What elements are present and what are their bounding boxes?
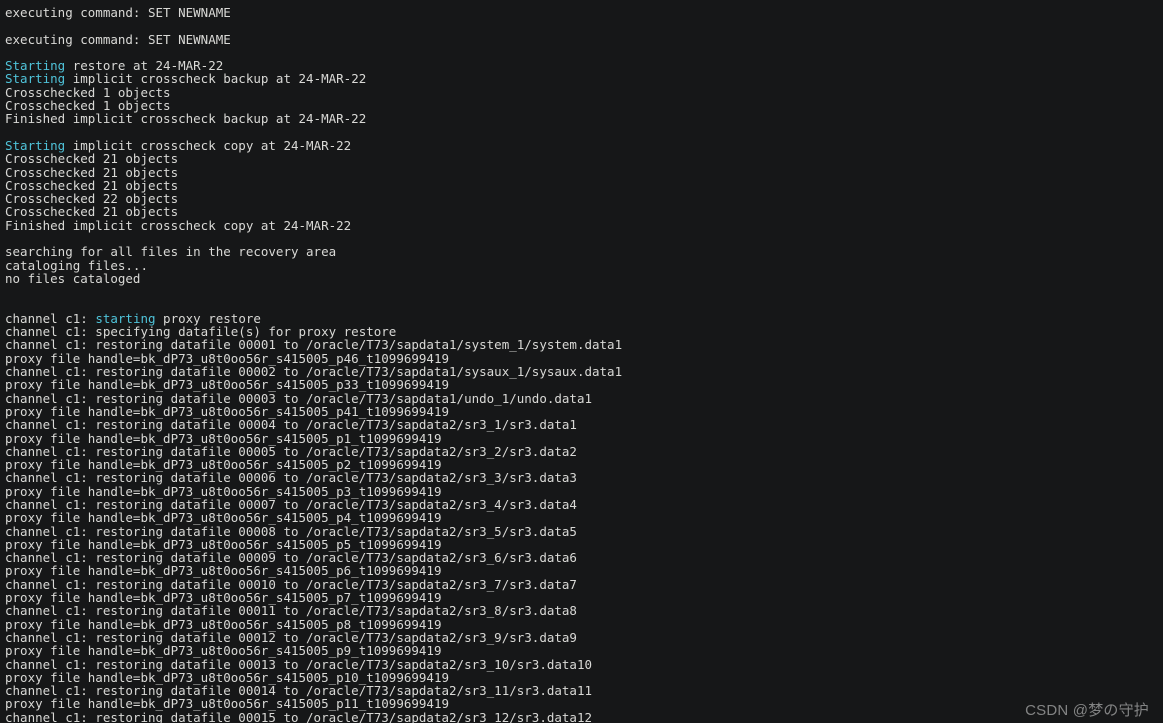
terminal-line: proxy file handle=bk_dP73_u8t0oo56r_s415… [5,564,1158,577]
terminal-line: channel c1: restoring datafile 00014 to … [5,684,1158,697]
terminal-text: executing command: SET NEWNAME [5,32,231,47]
terminal-line [5,232,1158,245]
terminal-line: proxy file handle=bk_dP73_u8t0oo56r_s415… [5,538,1158,551]
terminal-text: Finished implicit crosscheck backup at 2… [5,111,366,126]
terminal-line: channel c1: restoring datafile 00012 to … [5,631,1158,644]
terminal-line: Crosschecked 1 objects [5,99,1158,112]
terminal-line: proxy file handle=bk_dP73_u8t0oo56r_s415… [5,511,1158,524]
terminal-line: channel c1: restoring datafile 00005 to … [5,445,1158,458]
terminal-line: no files cataloged [5,272,1158,285]
terminal-line: executing command: SET NEWNAME [5,6,1158,19]
terminal-line: proxy file handle=bk_dP73_u8t0oo56r_s415… [5,697,1158,710]
terminal-line: channel c1: restoring datafile 00007 to … [5,498,1158,511]
terminal-line: proxy file handle=bk_dP73_u8t0oo56r_s415… [5,458,1158,471]
terminal-line: channel c1: restoring datafile 00011 to … [5,604,1158,617]
terminal-line: proxy file handle=bk_dP73_u8t0oo56r_s415… [5,644,1158,657]
terminal-line [5,285,1158,298]
terminal-line: channel c1: restoring datafile 00003 to … [5,392,1158,405]
terminal-text: executing command: SET NEWNAME [5,5,231,20]
terminal-line: Crosschecked 21 objects [5,179,1158,192]
terminal-line: Starting implicit crosscheck backup at 2… [5,72,1158,85]
terminal-line: channel c1: starting proxy restore [5,312,1158,325]
terminal-line: Crosschecked 21 objects [5,166,1158,179]
terminal-line: channel c1: restoring datafile 00006 to … [5,471,1158,484]
terminal-line: proxy file handle=bk_dP73_u8t0oo56r_s415… [5,432,1158,445]
terminal-line: channel c1: restoring datafile 00015 to … [5,711,1158,723]
terminal-output[interactable]: executing command: SET NEWNAME executing… [0,0,1163,723]
terminal-line: channel c1: restoring datafile 00001 to … [5,338,1158,351]
terminal-line: Starting restore at 24-MAR-22 [5,59,1158,72]
terminal-text: channel c1: restoring datafile 00015 to … [5,710,592,723]
terminal-line: Crosschecked 1 objects [5,86,1158,99]
terminal-line: searching for all files in the recovery … [5,245,1158,258]
terminal-line: proxy file handle=bk_dP73_u8t0oo56r_s415… [5,378,1158,391]
terminal-line: channel c1: specifying datafile(s) for p… [5,325,1158,338]
terminal-line: proxy file handle=bk_dP73_u8t0oo56r_s415… [5,485,1158,498]
terminal-line: channel c1: restoring datafile 00008 to … [5,525,1158,538]
terminal-line: Finished implicit crosscheck copy at 24-… [5,219,1158,232]
terminal-line: cataloging files... [5,259,1158,272]
terminal-line: Crosschecked 21 objects [5,205,1158,218]
terminal-line [5,19,1158,32]
terminal-line [5,126,1158,139]
terminal-line: channel c1: restoring datafile 00002 to … [5,365,1158,378]
terminal-line: Crosschecked 22 objects [5,192,1158,205]
terminal-line [5,46,1158,59]
terminal-line: proxy file handle=bk_dP73_u8t0oo56r_s415… [5,591,1158,604]
terminal-line: channel c1: restoring datafile 00013 to … [5,658,1158,671]
terminal-line: channel c1: restoring datafile 00009 to … [5,551,1158,564]
terminal-line: executing command: SET NEWNAME [5,33,1158,46]
terminal-line: Crosschecked 21 objects [5,152,1158,165]
terminal-line: proxy file handle=bk_dP73_u8t0oo56r_s415… [5,618,1158,631]
terminal-line: Starting implicit crosscheck copy at 24-… [5,139,1158,152]
terminal-line [5,299,1158,312]
terminal-text: no files cataloged [5,271,140,286]
terminal-line: proxy file handle=bk_dP73_u8t0oo56r_s415… [5,671,1158,684]
terminal-line: proxy file handle=bk_dP73_u8t0oo56r_s415… [5,352,1158,365]
terminal-line: proxy file handle=bk_dP73_u8t0oo56r_s415… [5,405,1158,418]
terminal-line: channel c1: restoring datafile 00004 to … [5,418,1158,431]
terminal-line: Finished implicit crosscheck backup at 2… [5,112,1158,125]
terminal-line: channel c1: restoring datafile 00010 to … [5,578,1158,591]
terminal-text: Finished implicit crosscheck copy at 24-… [5,218,351,233]
